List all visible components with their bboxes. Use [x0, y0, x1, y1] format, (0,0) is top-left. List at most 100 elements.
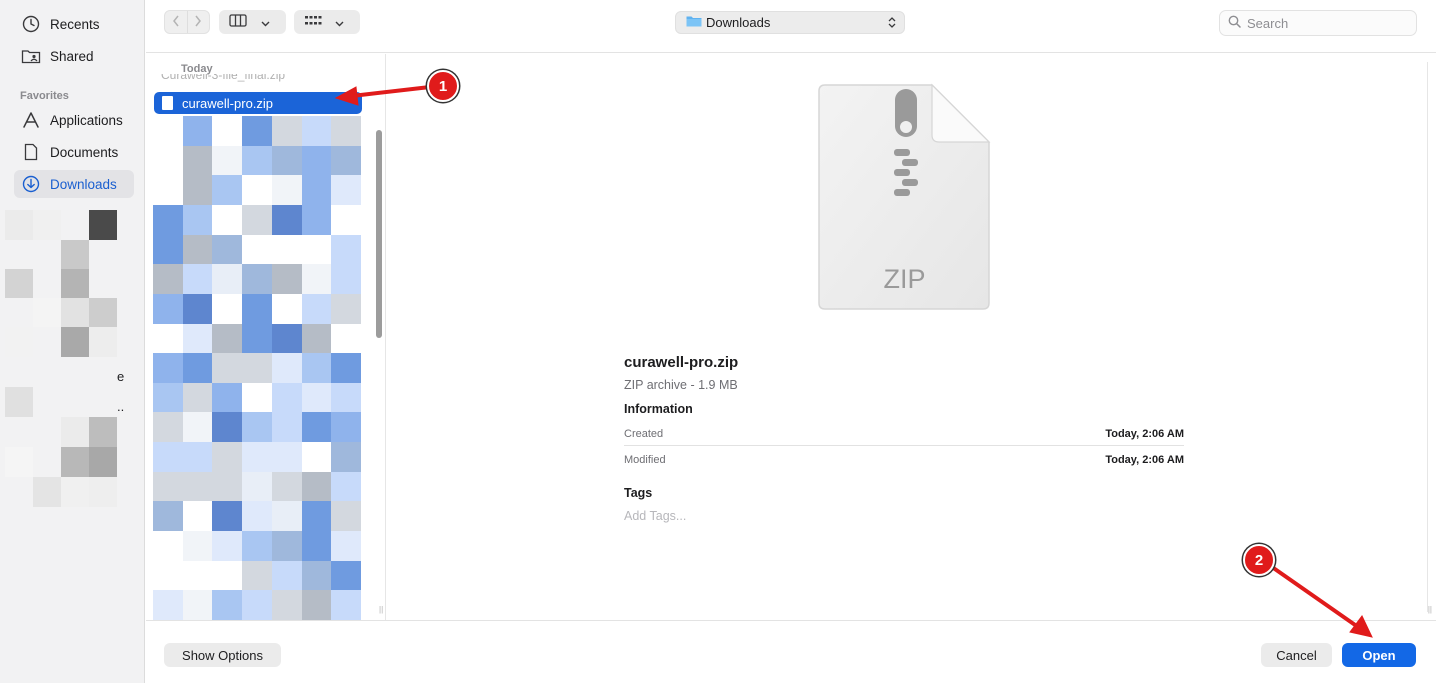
- updown-chevron-icon: [888, 16, 896, 32]
- info-row-created: Created Today, 2:06 AM: [624, 421, 1184, 447]
- show-options-button[interactable]: Show Options: [164, 643, 281, 667]
- obscured-cell: [301, 293, 332, 325]
- info-label: Modified: [624, 454, 666, 466]
- search-field[interactable]: [1219, 10, 1417, 36]
- obscured-cell: [242, 590, 273, 621]
- obscured-cell: [212, 442, 243, 473]
- obscured-cell: [153, 590, 184, 621]
- preview-scrollbar-track: [1427, 62, 1428, 612]
- sidebar-item-applications[interactable]: Applications: [14, 106, 134, 134]
- add-tags-field[interactable]: Add Tags...: [624, 509, 686, 523]
- obscured-cell: [212, 531, 243, 562]
- obscured-cell: [182, 501, 213, 532]
- obscured-cell: [182, 264, 213, 295]
- back-button[interactable]: [165, 11, 187, 33]
- obscured-cell: [153, 412, 184, 443]
- group-by-menu[interactable]: [294, 10, 360, 34]
- cancel-button[interactable]: Cancel: [1261, 643, 1332, 667]
- obscured-cell: [242, 234, 273, 265]
- chevron-right-icon: [194, 14, 202, 30]
- obscured-cell: [153, 293, 184, 325]
- view-mode-menu[interactable]: [219, 10, 286, 34]
- sidebar-item-shared[interactable]: Shared: [14, 42, 134, 70]
- obscured-cell: [331, 471, 362, 502]
- download-icon: [20, 175, 42, 193]
- obscured-cell: [301, 145, 332, 176]
- obscured-cell: [331, 442, 362, 473]
- obscured-cell: [271, 116, 303, 147]
- obscured-cell: [182, 323, 213, 354]
- sidebar-item-recents[interactable]: Recents: [14, 10, 134, 38]
- obscured-cell: [212, 560, 243, 591]
- location-popup[interactable]: Downloads: [675, 11, 905, 34]
- chevron-left-icon: [172, 14, 180, 30]
- obscured-cell: [331, 501, 362, 532]
- obscured-cell: [301, 323, 332, 354]
- open-button[interactable]: Open: [1342, 643, 1416, 667]
- obscured-cell: [331, 204, 362, 236]
- obscured-cell: [212, 234, 243, 265]
- obscured-cell: [153, 560, 184, 591]
- obscured-cell: [182, 590, 213, 621]
- obscured-cell: [271, 412, 303, 443]
- back-forward-control: [164, 10, 210, 34]
- info-value: Today, 2:06 AM: [1105, 428, 1184, 440]
- obscured-cell: [271, 590, 303, 621]
- obscured-cell: [271, 145, 303, 176]
- obscured-cell: [331, 412, 362, 443]
- obscured-cell: [271, 501, 303, 532]
- obscured-cell: [301, 204, 332, 236]
- obscured-cell: [301, 234, 332, 265]
- obscured-cell: [212, 471, 243, 502]
- obscured-cell: [182, 234, 213, 265]
- obscured-cell: [301, 560, 332, 591]
- obscured-cell: [212, 412, 243, 443]
- zip-icon-label: ZIP: [883, 264, 926, 294]
- preview-resize-handle[interactable]: ||: [1428, 605, 1432, 614]
- obscured-cell: [331, 382, 362, 413]
- obscured-cell: [271, 382, 303, 413]
- obscured-cell: [182, 442, 213, 473]
- obscured-cell: [301, 412, 332, 443]
- chevron-down-icon: [261, 15, 270, 30]
- obscured-cell: [242, 293, 273, 325]
- obscured-cell: [153, 323, 184, 354]
- info-value: Today, 2:06 AM: [1105, 454, 1184, 466]
- sidebar-item-documents[interactable]: Documents: [14, 138, 134, 166]
- obscured-cell: [242, 264, 273, 295]
- obscured-cell: [271, 560, 303, 591]
- toolbar: Downloads: [146, 0, 1436, 53]
- obscured-cell: [242, 116, 273, 147]
- obscured-cell: [182, 531, 213, 562]
- selected-file-row[interactable]: curawell-pro.zip: [154, 92, 362, 114]
- list-item[interactable]: Curawell-3-file_final.zip: [161, 74, 366, 86]
- column-resize-handle[interactable]: ||: [379, 605, 383, 614]
- obscured-cell: [242, 412, 273, 443]
- location-label: Downloads: [706, 15, 771, 30]
- obscured-cell: [301, 501, 332, 532]
- obscured-cell: [153, 471, 184, 502]
- info-label: Created: [624, 428, 664, 440]
- clock-icon: [20, 15, 42, 33]
- obscured-cell: [242, 531, 273, 562]
- obscured-cell: [212, 293, 243, 325]
- search-input[interactable]: [1247, 15, 1407, 31]
- scrollbar-thumb[interactable]: [376, 130, 382, 338]
- obscured-cell: [242, 382, 273, 413]
- obscured-cell: [212, 116, 243, 147]
- obscured-cell: [301, 353, 332, 384]
- search-icon: [1228, 15, 1241, 31]
- obscured-cell: [153, 145, 184, 176]
- obscured-file-list: [153, 116, 362, 621]
- sidebar-item-downloads[interactable]: Downloads: [14, 170, 134, 198]
- obscured-cell: [212, 590, 243, 621]
- annotation-badge-1: 1: [427, 70, 459, 102]
- obscured-cell: [153, 501, 184, 532]
- obscured-cell: [153, 531, 184, 562]
- obscured-cell: [301, 590, 332, 621]
- obscured-cell: [242, 323, 273, 354]
- obscured-cell: [271, 293, 303, 325]
- file-name: curawell-pro.zip: [182, 95, 274, 111]
- forward-button[interactable]: [186, 11, 210, 33]
- folder-icon: [686, 15, 702, 30]
